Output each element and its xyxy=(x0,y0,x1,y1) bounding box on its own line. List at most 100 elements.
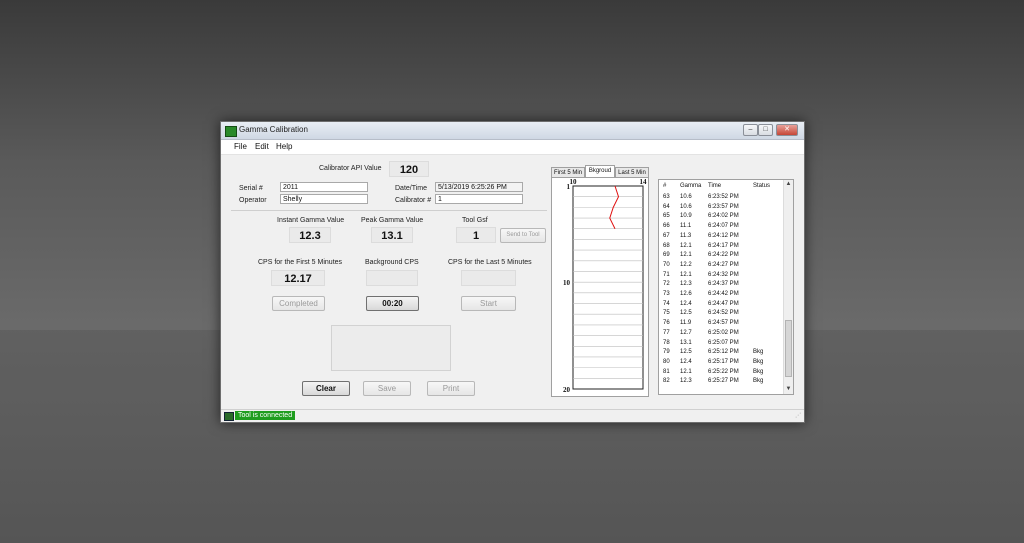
table-row[interactable]: 69 12.1 6:24:22 PM xyxy=(659,251,783,261)
completed-button[interactable]: Completed xyxy=(272,296,325,311)
table-row[interactable]: 82 12.3 6:25:27 PM Bkg xyxy=(659,377,783,387)
table-row[interactable]: 79 12.5 6:25:12 PM Bkg xyxy=(659,348,783,358)
save-button[interactable]: Save xyxy=(363,381,411,396)
col-header-num[interactable]: # xyxy=(663,183,666,189)
cell-gamma: 10.9 xyxy=(680,213,692,220)
start-button[interactable]: Start xyxy=(461,296,516,311)
close-button[interactable]: ✕ xyxy=(776,124,798,136)
serial-label: Serial # xyxy=(239,185,263,192)
tab-last-5-min[interactable]: Last 5 Min xyxy=(615,167,649,177)
table-row[interactable]: 76 11.9 6:24:57 PM xyxy=(659,319,783,329)
scroll-up-icon[interactable]: ▲ xyxy=(784,180,793,189)
datetime-label: Date/Time xyxy=(395,185,428,192)
cell-gamma: 12.7 xyxy=(680,329,692,336)
cell-num: 69 xyxy=(663,252,670,259)
tab-first-5-min[interactable]: First 5 Min xyxy=(551,167,585,177)
gamma-calibration-window: Gamma Calibration – □ ✕ File Edit Help C… xyxy=(220,121,805,423)
y-tick-label: 1 xyxy=(567,183,571,191)
menu-file[interactable]: File xyxy=(234,142,247,151)
resize-grip-icon[interactable]: ⋰ xyxy=(795,412,801,419)
cell-num: 71 xyxy=(663,271,670,278)
serial-field[interactable]: 2011 xyxy=(280,182,368,192)
table-row[interactable]: 70 12.2 6:24:27 PM xyxy=(659,261,783,271)
print-button[interactable]: Print xyxy=(427,381,475,396)
cell-time: 6:24:12 PM xyxy=(708,232,739,239)
calibrator-api-value: 120 xyxy=(389,161,429,177)
cell-time: 6:24:42 PM xyxy=(708,291,739,297)
y-tick-label: 10 xyxy=(563,279,571,287)
tab-bkgroud[interactable]: Bkgroud xyxy=(585,165,615,177)
table-row[interactable]: 78 13.1 6:25:07 PM xyxy=(659,339,783,349)
x-tick-label: 14 xyxy=(640,178,648,186)
menu-edit[interactable]: Edit xyxy=(255,142,269,151)
table-row[interactable]: 64 10.6 6:23:57 PM xyxy=(659,203,783,213)
cell-time: 6:23:52 PM xyxy=(708,194,739,200)
cell-time: 6:24:17 PM xyxy=(708,242,739,249)
send-to-tool-button[interactable]: Send to Tool xyxy=(500,228,546,243)
table-row[interactable]: 72 12.3 6:24:37 PM xyxy=(659,280,783,290)
maximize-button[interactable]: □ xyxy=(758,124,773,136)
table-row[interactable]: 71 12.1 6:24:32 PM xyxy=(659,271,783,281)
cell-time: 6:25:27 PM xyxy=(708,378,739,385)
table-row[interactable]: 75 12.5 6:24:52 PM xyxy=(659,309,783,319)
calibrator-num-field[interactable]: 1 xyxy=(435,194,523,204)
cell-num: 68 xyxy=(663,242,670,249)
cps-first-label: CPS for the First 5 Minutes xyxy=(258,259,343,266)
cell-num: 67 xyxy=(663,232,670,239)
plot-frame xyxy=(572,185,644,390)
calibrator-num-label: Calibrator # xyxy=(395,197,432,204)
cell-num: 77 xyxy=(663,329,670,336)
cell-time: 6:25:17 PM xyxy=(708,358,739,365)
app-icon xyxy=(225,126,237,137)
cell-time: 6:24:02 PM xyxy=(708,213,739,220)
list-scrollbar[interactable]: ▲ ▼ xyxy=(783,180,793,394)
table-row[interactable]: 74 12.4 6:24:47 PM xyxy=(659,300,783,310)
table-row[interactable]: 66 11.1 6:24:07 PM xyxy=(659,222,783,232)
operator-label: Operator xyxy=(239,197,267,204)
minimize-button[interactable]: – xyxy=(743,124,758,136)
cell-time: 6:24:27 PM xyxy=(708,261,739,268)
table-row[interactable]: 81 12.1 6:25:22 PM Bkg xyxy=(659,368,783,378)
cps-last-label: CPS for the Last 5 Minutes xyxy=(448,259,532,266)
cell-status: Bkg xyxy=(753,358,764,365)
table-row[interactable]: 65 10.9 6:24:02 PM xyxy=(659,212,783,222)
cell-gamma: 12.5 xyxy=(680,349,692,356)
cell-gamma: 12.2 xyxy=(680,261,692,268)
col-header-status[interactable]: Status xyxy=(753,183,770,189)
cell-time: 6:24:57 PM xyxy=(708,320,739,327)
col-header-gamma[interactable]: Gamma xyxy=(680,183,701,189)
cell-time: 6:25:12 PM xyxy=(708,349,739,356)
cell-gamma: 12.1 xyxy=(680,368,692,375)
scroll-down-icon[interactable]: ▼ xyxy=(784,385,793,394)
cell-num: 78 xyxy=(663,339,670,346)
gamma-readings-list[interactable]: # Gamma Time Status 63 10.6 6:23:52 PM 64 10… xyxy=(658,179,794,395)
table-row[interactable]: 68 12.1 6:24:17 PM xyxy=(659,242,783,252)
cell-status: Bkg xyxy=(753,368,764,375)
menu-help[interactable]: Help xyxy=(276,142,292,151)
table-row[interactable]: 63 10.6 6:23:52 PM xyxy=(659,193,783,203)
table-row[interactable]: 73 12.6 6:24:42 PM xyxy=(659,290,783,300)
cell-gamma: 12.5 xyxy=(680,310,692,317)
table-row[interactable]: 80 12.4 6:25:17 PM Bkg xyxy=(659,358,783,368)
x-tick-label: 10 xyxy=(570,178,578,186)
scroll-thumb[interactable] xyxy=(785,320,792,377)
timer-button[interactable]: 00:20 xyxy=(366,296,419,311)
operator-field[interactable]: Shelly xyxy=(280,194,368,204)
cell-time: 6:24:32 PM xyxy=(708,271,739,278)
background-cps-value xyxy=(366,270,418,286)
cell-gamma: 13.1 xyxy=(680,339,692,346)
cell-gamma: 12.3 xyxy=(680,378,692,385)
table-row[interactable]: 67 11.3 6:24:12 PM xyxy=(659,232,783,242)
cell-gamma: 10.6 xyxy=(680,203,692,210)
cell-status: Bkg xyxy=(753,349,764,356)
table-row[interactable]: 77 12.7 6:25:02 PM xyxy=(659,329,783,339)
cell-gamma: 11.9 xyxy=(680,320,692,327)
cell-num: 72 xyxy=(663,281,670,288)
tool-gsf-value: 1 xyxy=(456,227,496,243)
status-text: Tool is connected xyxy=(235,411,296,420)
clear-button[interactable]: Clear xyxy=(302,381,350,396)
datetime-field: 5/13/2019 6:25:26 PM xyxy=(435,182,523,192)
cell-gamma: 10.6 xyxy=(680,194,692,200)
title-bar[interactable]: Gamma Calibration – □ ✕ xyxy=(221,122,804,140)
col-header-time[interactable]: Time xyxy=(708,183,721,189)
